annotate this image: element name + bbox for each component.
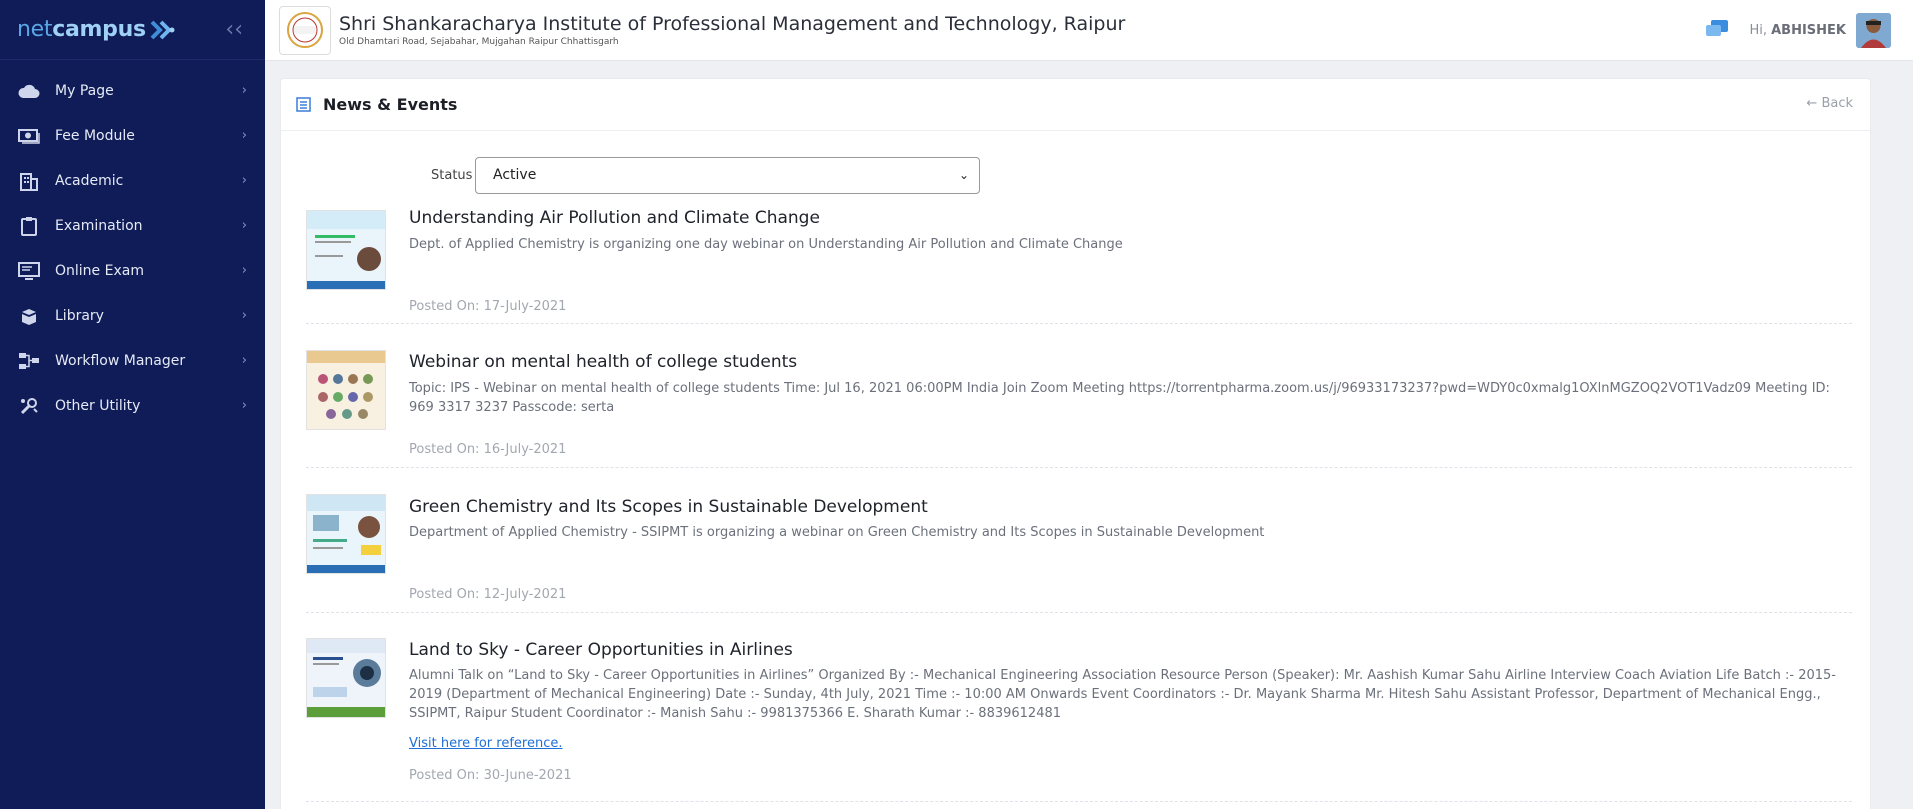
sidebar-item-label: Library <box>55 307 104 324</box>
posted-date: Posted On: 16-July-2021 <box>409 442 567 457</box>
posted-date: Posted On: 30-June-2021 <box>409 768 572 783</box>
list-icon <box>296 97 311 112</box>
card-header: News & Events <box>281 79 1870 131</box>
sidebar-item-online-exam[interactable]: Online Exam › <box>0 248 265 293</box>
news-events-card: News & Events ← Back Status Active ⌄ Und… <box>280 78 1871 809</box>
chevron-right-icon: › <box>241 263 247 278</box>
chat-icon[interactable] <box>1705 19 1729 43</box>
news-description: Department of Applied Chemistry - SSIPMT… <box>409 525 1265 540</box>
chevron-right-icon: › <box>241 218 247 233</box>
chevron-right-icon: › <box>241 398 247 413</box>
sidebar-item-workflow-manager[interactable]: Workflow Manager › <box>0 338 265 383</box>
chevron-right-icon: › <box>241 83 247 98</box>
news-description: Alumni Talk on “Land to Sky - Career Opp… <box>409 668 1836 721</box>
user-greeting: Hi, ABHISHEK <box>1749 23 1846 38</box>
institute-logo <box>279 5 331 55</box>
sidebar-item-label: Academic <box>55 172 124 189</box>
status-selected-value: Active <box>493 167 537 183</box>
sidebar-item-examination[interactable]: Examination › <box>0 203 265 248</box>
flow-icon <box>18 350 40 372</box>
chevron-down-icon: ⌄ <box>958 168 969 182</box>
page-title: News & Events <box>323 95 458 114</box>
posted-date: Posted On: 12-July-2021 <box>409 587 567 602</box>
sidebar-item-other-utility[interactable]: Other Utility › <box>0 383 265 428</box>
monitor-icon <box>18 260 40 282</box>
header-user-area: Hi, ABHISHEK <box>1705 0 1891 61</box>
arrow-left-icon: ← <box>1806 96 1822 111</box>
institute-info: Shri Shankaracharya Institute of Profess… <box>339 13 1125 47</box>
sidebar-item-my-page[interactable]: My Page › <box>0 68 265 113</box>
greeting-text: Hi, <box>1749 23 1767 38</box>
sidebar-item-label: Online Exam <box>55 262 144 279</box>
list-item: Green Chemistry and Its Scopes in Sustai… <box>306 492 1852 613</box>
sidebar-item-academic[interactable]: Academic › <box>0 158 265 203</box>
sidebar-menu: My Page › Fee Module › Academic › Examin… <box>0 68 265 428</box>
avatar[interactable] <box>1856 13 1891 48</box>
news-description: Topic: IPS - Webinar on mental health of… <box>409 381 1830 415</box>
chevron-right-icon: › <box>241 128 247 143</box>
list-item: Understanding Air Pollution and Climate … <box>306 203 1852 324</box>
netcampus-logo[interactable]: net campus <box>17 16 176 44</box>
posted-date: Posted On: 17-July-2021 <box>409 299 567 314</box>
status-select[interactable]: Active ⌄ <box>475 156 980 194</box>
news-title[interactable]: Land to Sky - Career Opportunities in Ai… <box>409 640 793 660</box>
logo-text-part2: campus <box>52 17 146 42</box>
back-button[interactable]: ← Back <box>1806 96 1853 111</box>
tools-icon <box>18 395 40 417</box>
news-title[interactable]: Green Chemistry and Its Scopes in Sustai… <box>409 497 928 517</box>
news-title[interactable]: Webinar on mental health of college stud… <box>409 352 797 372</box>
news-thumbnail[interactable] <box>306 350 386 430</box>
news-description: Dept. of Applied Chemistry is organizing… <box>409 237 1123 252</box>
news-thumbnail[interactable] <box>306 210 386 290</box>
sidebar-item-label: Examination <box>55 217 143 234</box>
clipboard-icon <box>18 215 40 237</box>
list-item: Webinar on mental health of college stud… <box>306 347 1852 468</box>
sidebar-item-fee-module[interactable]: Fee Module › <box>0 113 265 158</box>
logo-text-part1: net <box>17 17 53 42</box>
news-thumbnail[interactable] <box>306 494 386 574</box>
sidebar-item-label: Fee Module <box>55 127 135 144</box>
reference-link[interactable]: Visit here for reference. <box>409 736 562 751</box>
news-thumbnail[interactable] <box>306 638 386 718</box>
user-name: ABHISHEK <box>1771 23 1846 38</box>
logo-chevrons-icon <box>150 20 175 39</box>
sidebar-item-label: Other Utility <box>55 397 141 414</box>
chevron-right-icon: › <box>241 353 247 368</box>
chevron-right-icon: › <box>241 173 247 188</box>
chevron-right-icon: › <box>241 308 247 323</box>
book-stack-icon <box>18 305 40 327</box>
news-title[interactable]: Understanding Air Pollution and Climate … <box>409 208 820 228</box>
cash-icon <box>18 125 40 147</box>
building-icon <box>18 170 40 192</box>
sidebar-item-label: Workflow Manager <box>55 352 186 369</box>
top-header: Shri Shankaracharya Institute of Profess… <box>265 0 1913 61</box>
institute-name: Shri Shankaracharya Institute of Profess… <box>339 13 1126 35</box>
status-filter: Status Active ⌄ <box>281 155 980 195</box>
back-label: Back <box>1821 96 1853 111</box>
collapse-sidebar-icon[interactable]: ‹‹ <box>225 17 243 42</box>
sidebar-item-library[interactable]: Library › <box>0 293 265 338</box>
list-item: Land to Sky - Career Opportunities in Ai… <box>306 636 1852 802</box>
cloud-icon <box>18 80 40 102</box>
sidebar-header: net campus ‹‹ <box>0 0 265 60</box>
institute-address: Old Dhamtari Road, Sejabahar, Mujgahan R… <box>339 37 619 47</box>
sidebar: net campus ‹‹ My Page › Fee Module › Aca… <box>0 0 265 809</box>
sidebar-item-label: My Page <box>55 82 114 99</box>
